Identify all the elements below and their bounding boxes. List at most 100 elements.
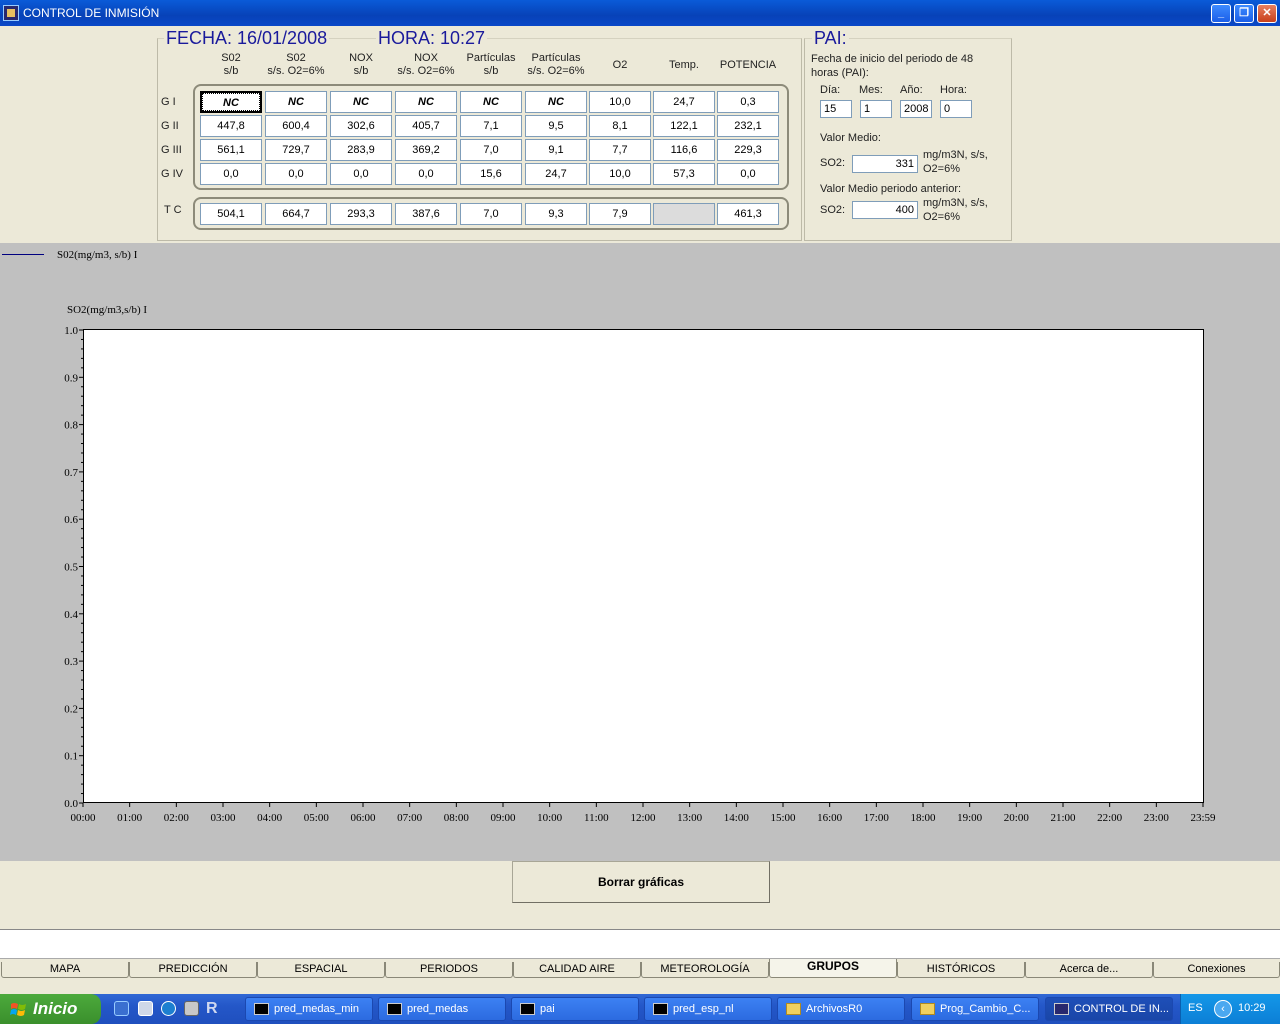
table-cell[interactable]: 600,4 xyxy=(265,115,327,137)
hora-input[interactable]: 0 xyxy=(940,100,972,118)
table-cell[interactable]: 302,6 xyxy=(330,115,392,137)
taskbar-item[interactable]: pred_medas xyxy=(378,997,506,1021)
x-tick-label: 23:59 xyxy=(1190,812,1216,824)
table-cell[interactable]: 8,1 xyxy=(589,115,651,137)
quicklaunch-icon-2[interactable] xyxy=(138,1001,153,1016)
table-cell[interactable]: NC xyxy=(265,91,327,113)
table-cell[interactable]: 0,0 xyxy=(717,163,779,185)
tab-hist-ricos[interactable]: HISTÓRICOS xyxy=(897,962,1025,978)
folder-icon xyxy=(786,1003,801,1015)
total-cell[interactable]: 461,3 xyxy=(717,203,779,225)
console-icon xyxy=(254,1003,269,1015)
table-cell[interactable]: 116,6 xyxy=(653,139,715,161)
tray-chevron-icon[interactable]: ‹ xyxy=(1214,1000,1232,1018)
taskbar-item[interactable]: pai xyxy=(511,997,639,1021)
table-cell[interactable]: 10,0 xyxy=(589,91,651,113)
y-tick-label: 0.9 xyxy=(64,372,78,384)
borrar-graficas-button[interactable]: Borrar gráficas xyxy=(512,861,770,903)
total-cell[interactable]: 293,3 xyxy=(330,203,392,225)
taskbar-item[interactable]: ArchivosR0 xyxy=(777,997,905,1021)
taskbar-item[interactable]: pred_medas_min xyxy=(245,997,373,1021)
table-cell[interactable]: 24,7 xyxy=(525,163,587,185)
x-tick-label: 15:00 xyxy=(770,812,796,824)
table-cell[interactable]: 15,6 xyxy=(460,163,522,185)
table-cell[interactable]: 0,3 xyxy=(717,91,779,113)
taskbar-item-label: CONTROL DE IN... xyxy=(1074,1003,1169,1015)
table-cell[interactable]: 0,0 xyxy=(395,163,457,185)
language-indicator[interactable]: ES xyxy=(1188,1002,1203,1014)
table-cell[interactable]: 0,0 xyxy=(200,163,262,185)
clock: 10:29 xyxy=(1238,1002,1266,1014)
ie-icon[interactable] xyxy=(161,1001,176,1016)
taskbar-item[interactable]: Prog_Cambio_C... xyxy=(911,997,1039,1021)
total-cell[interactable]: 7,9 xyxy=(589,203,651,225)
tab-grupos[interactable]: GRUPOS xyxy=(769,959,897,978)
tab-periodos[interactable]: PERIODOS xyxy=(385,962,513,978)
table-cell[interactable]: 729,7 xyxy=(265,139,327,161)
tab-predicci-n[interactable]: PREDICCIÓN xyxy=(129,962,257,978)
x-tick-label: 09:00 xyxy=(490,812,516,824)
unit-label: mg/m3N, s/s, O2=6% xyxy=(923,149,988,175)
table-cell[interactable]: 232,1 xyxy=(717,115,779,137)
row-label: G I xyxy=(161,96,176,108)
table-cell[interactable]: NC xyxy=(395,91,457,113)
table-cell[interactable]: 369,2 xyxy=(395,139,457,161)
table-cell[interactable]: 9,5 xyxy=(525,115,587,137)
total-cell[interactable]: 7,0 xyxy=(460,203,522,225)
table-cell[interactable]: 9,1 xyxy=(525,139,587,161)
table-cell[interactable]: 122,1 xyxy=(653,115,715,137)
table-cell[interactable]: 10,0 xyxy=(589,163,651,185)
calculator-icon[interactable] xyxy=(184,1001,199,1016)
table-cell[interactable]: NC xyxy=(460,91,522,113)
table-cell[interactable]: NC xyxy=(525,91,587,113)
table-cell[interactable]: 57,3 xyxy=(653,163,715,185)
dia-input[interactable]: 15 xyxy=(820,100,852,118)
total-cell[interactable] xyxy=(653,203,715,225)
taskbar-item[interactable]: CONTROL DE IN... xyxy=(1045,997,1173,1021)
table-cell[interactable]: 7,1 xyxy=(460,115,522,137)
pai-title: PAI: xyxy=(812,28,849,49)
tab-mapa[interactable]: MAPA xyxy=(1,962,129,978)
app-icon[interactable] xyxy=(3,5,19,21)
r-icon[interactable]: R xyxy=(206,1001,221,1017)
table-cell[interactable]: 561,1 xyxy=(200,139,262,161)
total-cell[interactable]: 504,1 xyxy=(200,203,262,225)
table-cell[interactable]: 7,7 xyxy=(589,139,651,161)
quicklaunch-icon-1[interactable] xyxy=(114,1001,129,1016)
hora-label: HORA: 10:27 xyxy=(376,28,488,49)
column-header-line1: POTENCIA xyxy=(719,59,777,71)
tab-acerca-de-[interactable]: Acerca de... xyxy=(1025,962,1153,978)
anio-input[interactable]: 2008 xyxy=(900,100,932,118)
table-cell[interactable]: 7,0 xyxy=(460,139,522,161)
table-cell[interactable]: 24,7 xyxy=(653,91,715,113)
table-cell[interactable]: 283,9 xyxy=(330,139,392,161)
valor-anterior-input[interactable]: 400 xyxy=(852,201,918,219)
close-button[interactable]: ✕ xyxy=(1257,4,1277,23)
tab-espacial[interactable]: ESPACIAL xyxy=(257,962,385,978)
console-icon xyxy=(520,1003,535,1015)
taskbar-item-label: pred_medas_min xyxy=(274,1003,359,1015)
table-cell[interactable]: 0,0 xyxy=(265,163,327,185)
table-cell[interactable]: 229,3 xyxy=(717,139,779,161)
title-bar[interactable]: CONTROL DE INMISIÓN _ ❐ ✕ xyxy=(0,0,1280,26)
valor-medio-input[interactable]: 331 xyxy=(852,155,918,173)
x-tick-label: 00:00 xyxy=(70,812,96,824)
x-tick-label: 11:00 xyxy=(584,812,609,824)
table-cell[interactable]: 0,0 xyxy=(330,163,392,185)
total-cell[interactable]: 664,7 xyxy=(265,203,327,225)
table-cell[interactable]: 447,8 xyxy=(200,115,262,137)
table-cell[interactable]: 405,7 xyxy=(395,115,457,137)
tab-meteorolog-a[interactable]: METEOROLOGÍA xyxy=(641,962,769,978)
table-cell[interactable]: NC xyxy=(330,91,392,113)
mes-input[interactable]: 1 xyxy=(860,100,892,118)
total-cell[interactable]: 9,3 xyxy=(525,203,587,225)
taskbar-item[interactable]: pred_esp_nl xyxy=(644,997,772,1021)
total-cell[interactable]: 387,6 xyxy=(395,203,457,225)
mes-label: Mes: xyxy=(859,84,883,96)
minimize-button[interactable]: _ xyxy=(1211,4,1231,23)
tab-conexiones[interactable]: Conexiones xyxy=(1153,962,1280,978)
restore-button[interactable]: ❐ xyxy=(1234,4,1254,23)
x-tick-label: 14:00 xyxy=(724,812,750,824)
table-cell[interactable]: NC xyxy=(200,91,262,113)
tab-calidad-aire[interactable]: CALIDAD AIRE xyxy=(513,962,641,978)
